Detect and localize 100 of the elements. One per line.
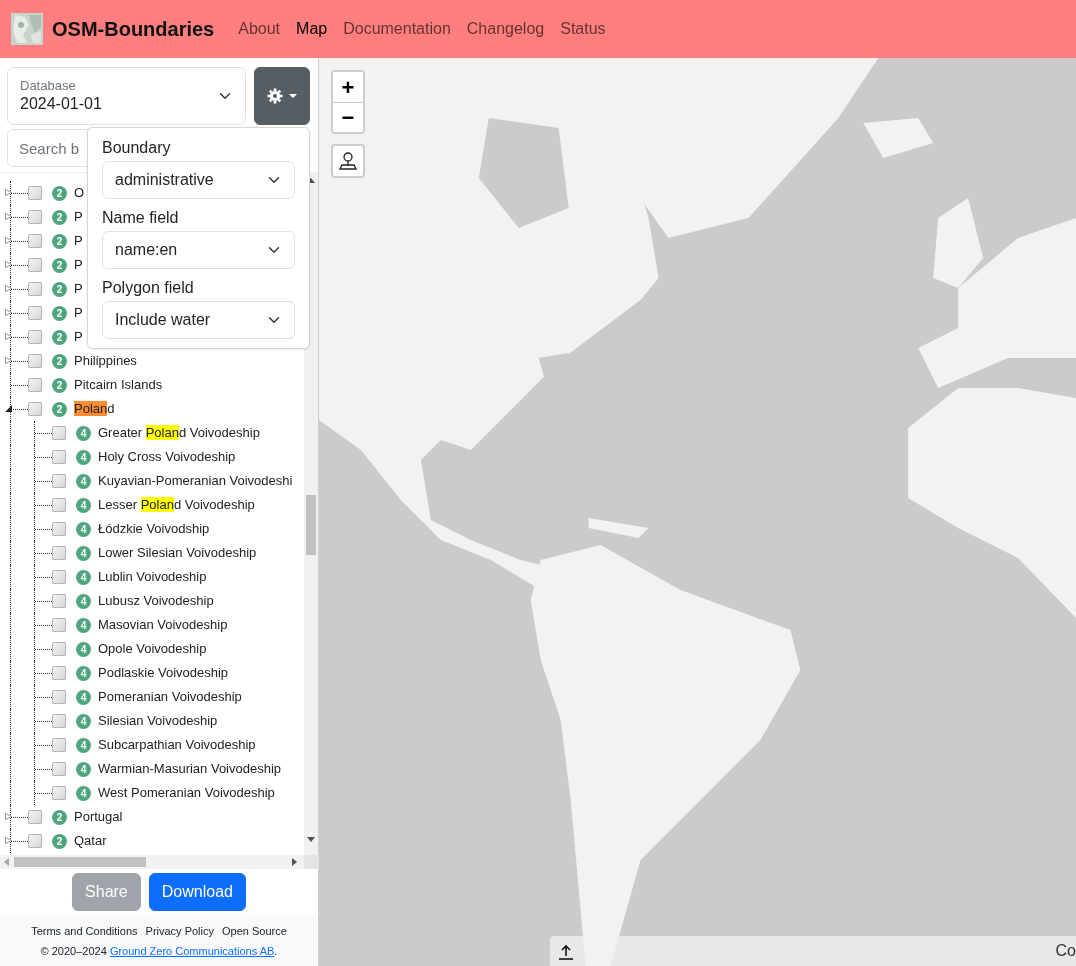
tree-item-label[interactable]: Masovian Voivodeship — [98, 615, 228, 635]
tree-item-label[interactable]: Pitcairn Islands — [74, 375, 163, 395]
tree-item-label[interactable]: P — [74, 231, 83, 251]
tree-item-label[interactable]: West Pomeranian Voivodeship — [98, 783, 275, 803]
tree-item-label[interactable]: P — [74, 207, 83, 227]
person-pin-icon — [339, 152, 357, 170]
checkbox[interactable] — [52, 498, 66, 512]
checkbox[interactable] — [28, 258, 42, 272]
tree-item-label[interactable]: Opole Voivodeship — [98, 639, 207, 659]
checkbox[interactable] — [52, 546, 66, 560]
checkbox[interactable] — [28, 810, 42, 824]
tree-item-label[interactable]: O — [74, 183, 85, 203]
expander-icon[interactable] — [5, 333, 13, 341]
expander-icon[interactable] — [5, 309, 13, 317]
level-badge: 2 — [52, 233, 67, 249]
expander-icon[interactable] — [5, 285, 13, 293]
checkbox[interactable] — [52, 450, 66, 464]
action-button[interactable]: Download — [148, 873, 246, 911]
floating-label: Database — [20, 78, 77, 94]
brand-name[interactable]: OSM-Boundaries — [52, 14, 215, 44]
tree-item-label[interactable]: Łódzkie Voivodship — [98, 519, 210, 539]
tree-item-label[interactable]: Lubusz Voivodeship — [98, 591, 214, 611]
expander-icon[interactable] — [5, 813, 13, 821]
expander-icon[interactable] — [5, 237, 13, 245]
expander-icon[interactable] — [5, 357, 13, 365]
tree-item-label[interactable]: Silesian Voivodeship — [98, 711, 218, 731]
tree-item-label[interactable]: Portugal — [74, 807, 123, 827]
checkbox[interactable] — [52, 642, 66, 656]
expander-icon[interactable] — [5, 189, 13, 197]
nav-link[interactable]: Map — [288, 17, 336, 41]
level-badge: 4 — [76, 425, 91, 441]
tree-item-label[interactable]: Holy Cross Voivodeship — [98, 447, 236, 467]
checkbox[interactable] — [52, 474, 66, 488]
tree-item-label[interactable]: Lesser Poland Voivodeship — [98, 495, 255, 515]
tree-item-label[interactable]: Podlaskie Voivodeship — [98, 663, 229, 683]
nav-link[interactable]: Status — [552, 17, 614, 41]
checkbox[interactable] — [52, 594, 66, 608]
checkbox[interactable] — [28, 306, 42, 320]
nav-link[interactable]: About — [230, 17, 289, 41]
footer-link[interactable]: Privacy Policy — [145, 925, 214, 937]
checkbox[interactable] — [28, 402, 42, 416]
checkbox[interactable] — [52, 762, 66, 776]
checkbox[interactable] — [28, 210, 42, 224]
settings-button[interactable] — [254, 67, 310, 125]
checkbox[interactable] — [52, 786, 66, 800]
expander-icon[interactable] — [5, 837, 13, 845]
checkbox[interactable] — [28, 330, 42, 344]
tree-item-label[interactable]: P — [74, 327, 83, 347]
checkbox[interactable] — [52, 426, 66, 440]
level-badge: 4 — [76, 545, 91, 561]
nav-link[interactable]: Changelog — [458, 17, 553, 41]
tree-item-label[interactable]: Kuyavian-Pomeranian Voivodeshi — [98, 471, 293, 491]
checkbox[interactable] — [52, 714, 66, 728]
field-label: Boundary — [102, 138, 172, 158]
tree-item-label[interactable]: Qatar — [74, 831, 107, 851]
level-badge: 4 — [76, 665, 91, 681]
checkbox[interactable] — [52, 618, 66, 632]
option-select[interactable]: administrative — [102, 161, 295, 199]
level-badge: 2 — [52, 377, 67, 393]
zoom-out-button[interactable]: − — [333, 102, 363, 132]
tree-item-label[interactable]: Lublin Voivodeship — [98, 567, 207, 587]
expander-icon[interactable] — [5, 405, 13, 413]
footer-link[interactable]: Terms and Conditions — [31, 925, 138, 937]
horizontal-scrollbar[interactable] — [0, 855, 319, 869]
tree-item-label[interactable]: P — [74, 303, 83, 323]
tree-item-label[interactable]: Pomeranian Voivodeship — [98, 687, 242, 707]
level-badge: 4 — [76, 569, 91, 585]
checkbox[interactable] — [28, 378, 42, 392]
checkbox[interactable] — [28, 186, 42, 200]
expander-icon[interactable] — [5, 213, 13, 221]
tree-item-label[interactable]: Philippines — [74, 351, 137, 371]
level-badge: 4 — [76, 617, 91, 633]
checkbox[interactable] — [52, 690, 66, 704]
locate-button[interactable] — [331, 144, 365, 178]
tree-item-label[interactable]: Warmian-Masurian Voivodeship — [98, 759, 282, 779]
tree-item-label[interactable]: Subcarpathian Voivodeship — [98, 735, 256, 755]
checkbox[interactable] — [52, 570, 66, 584]
checkbox[interactable] — [28, 234, 42, 248]
footer-link[interactable]: Open Source — [222, 925, 287, 937]
tree-item-label[interactable]: P — [74, 279, 83, 299]
tree-item-label[interactable]: P — [74, 255, 83, 275]
nav-link[interactable]: Documentation — [335, 17, 459, 41]
database-select[interactable]: Database 2024-01-01 — [7, 67, 246, 125]
level-badge: 4 — [76, 761, 91, 777]
tree-item-label[interactable]: Lower Silesian Voivodeship — [98, 543, 257, 563]
option-select[interactable]: Include water — [102, 301, 295, 339]
level-badge: 4 — [76, 737, 91, 753]
tree-item-label[interactable]: Greater Poland Voivodeship — [98, 423, 260, 443]
option-select[interactable]: name:en — [102, 231, 295, 269]
checkbox[interactable] — [52, 738, 66, 752]
checkbox[interactable] — [28, 282, 42, 296]
level-badge: 4 — [76, 689, 91, 705]
level-badge: 4 — [76, 473, 91, 489]
checkbox[interactable] — [52, 666, 66, 680]
checkbox[interactable] — [28, 354, 42, 368]
level-badge: 4 — [76, 593, 91, 609]
expander-icon[interactable] — [5, 261, 13, 269]
checkbox[interactable] — [28, 834, 42, 848]
checkbox[interactable] — [52, 522, 66, 536]
level-badge: 2 — [52, 305, 67, 321]
